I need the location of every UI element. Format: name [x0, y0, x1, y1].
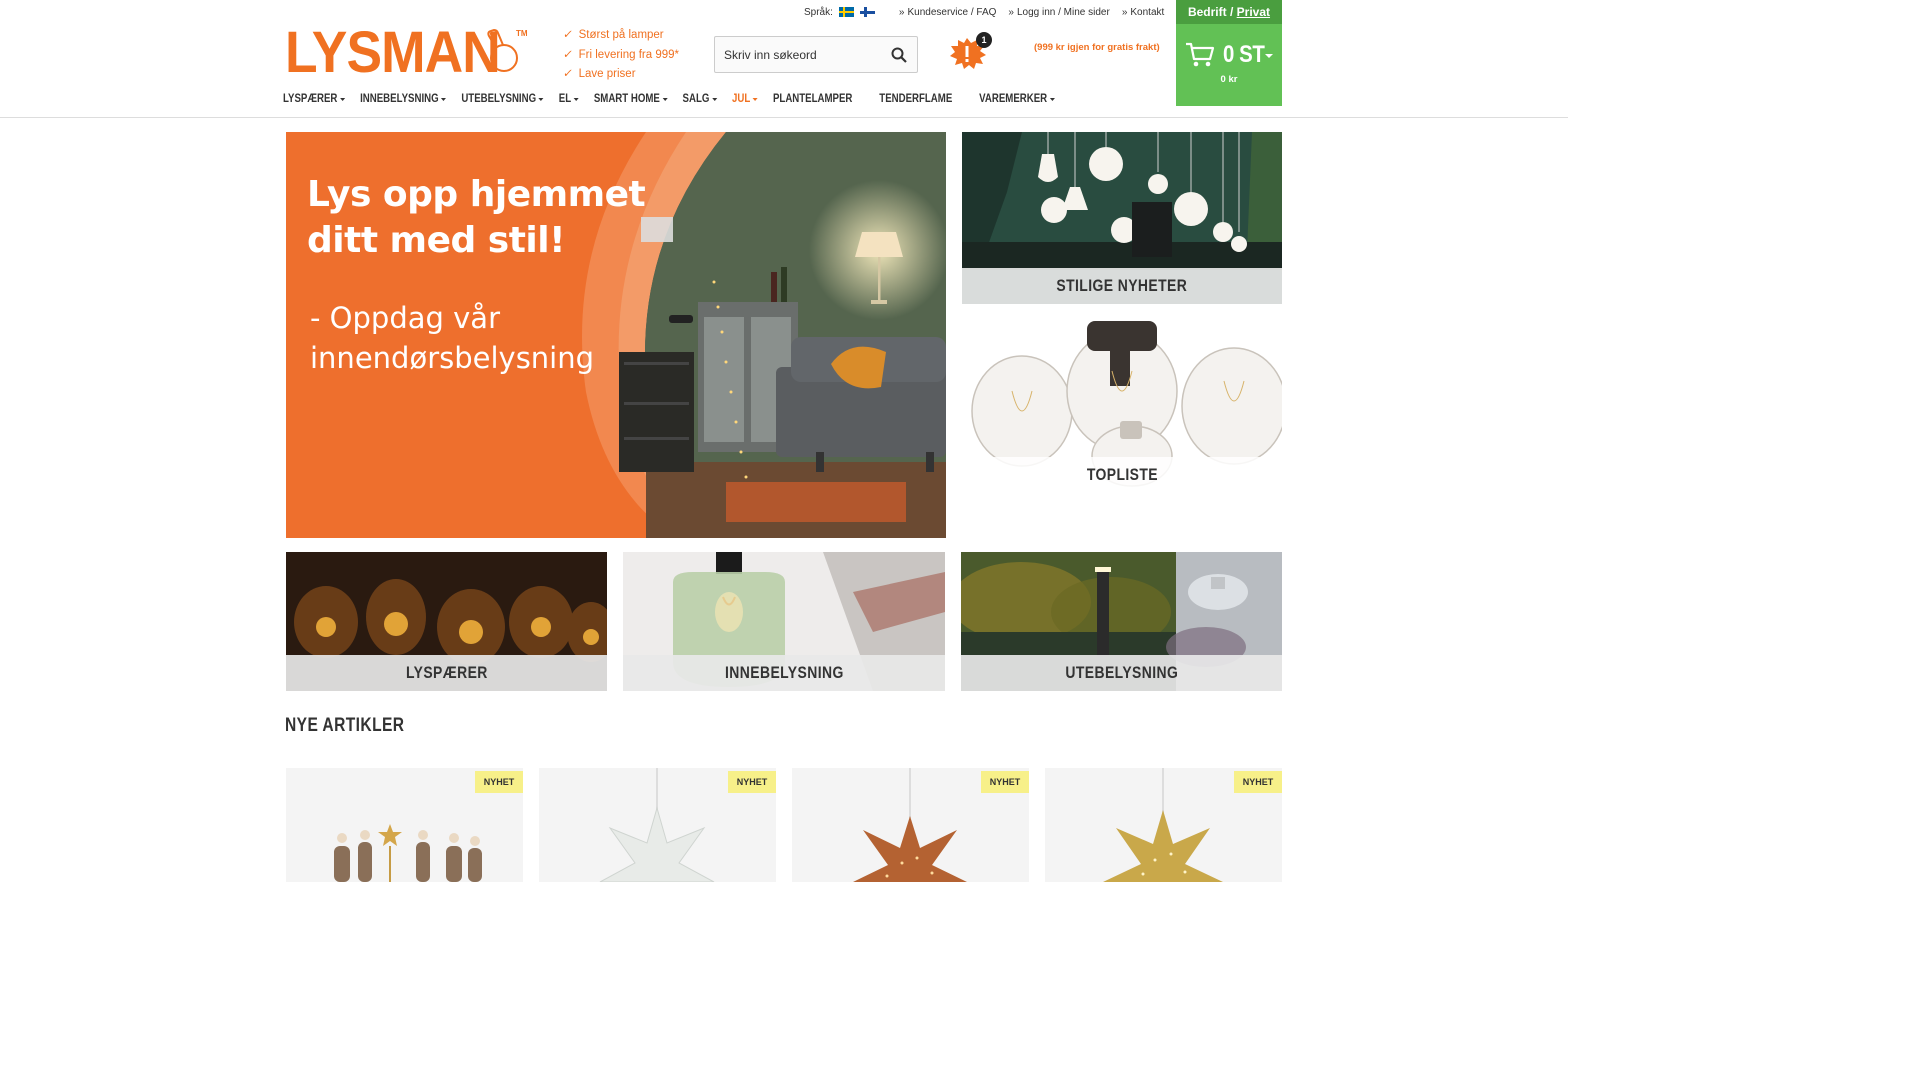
- search-input[interactable]: [715, 37, 880, 72]
- language-selector: Språk:: [804, 7, 875, 18]
- nav-item-varemerker[interactable]: VAREMERKER: [979, 93, 1055, 105]
- category-tile-lysparer[interactable]: LYSPÆRER: [286, 552, 607, 691]
- tile-caption: INNEBELYSNING: [623, 655, 945, 691]
- search-icon[interactable]: [891, 47, 907, 63]
- nav-item-innebelysning[interactable]: INNEBELYSNING: [360, 93, 447, 105]
- chevron-down-icon: [1265, 54, 1273, 58]
- usp-item: ✓ Fri levering fra 999*: [562, 46, 679, 66]
- cart-button[interactable]: 0 ST 0 kr: [1176, 24, 1282, 106]
- tile-stilige-nyheter[interactable]: STILIGE NYHETER: [962, 132, 1282, 304]
- nav-item-lysparer[interactable]: LYSPÆRER: [283, 93, 345, 105]
- business-option[interactable]: Bedrift: [1188, 5, 1227, 19]
- customer-service-link[interactable]: Kundeservice / FAQ: [899, 7, 996, 18]
- free-shipping-notice: (999 kr igjen for gratis frakt): [1034, 42, 1160, 53]
- tile-topliste[interactable]: TOPLISTE: [962, 321, 1282, 493]
- trademark: TM: [516, 29, 528, 38]
- nav-item-jul[interactable]: JUL: [732, 93, 758, 105]
- chevron-down-icon: [573, 97, 579, 101]
- hero-headline: Lys opp hjemmet ditt med stil!: [307, 174, 646, 261]
- tile-caption: STILIGE NYHETER: [962, 268, 1282, 304]
- category-tile-utebelysning[interactable]: UTEBELYSNING: [961, 552, 1282, 691]
- hero-subheadline: - Oppdag vår innendørsbelysning: [310, 301, 595, 375]
- new-badge: NYHET: [981, 771, 1029, 793]
- nav-item-tenderflame[interactable]: TENDERFLAME: [879, 93, 952, 105]
- usp-item: ✓ Lave priser: [562, 65, 679, 85]
- alert-count-badge: 1: [976, 32, 992, 48]
- customer-type-toggle: Bedrift / Privat: [1176, 0, 1282, 24]
- product-card[interactable]: NYHET: [539, 768, 776, 882]
- cart-icon: [1186, 42, 1215, 67]
- language-label: Språk:: [804, 6, 833, 18]
- chevron-down-icon: [339, 97, 345, 101]
- checkmark-icon: ✓: [562, 68, 574, 80]
- new-badge: NYHET: [475, 771, 523, 793]
- new-badge: NYHET: [1234, 771, 1282, 793]
- tile-caption: UTEBELYSNING: [961, 655, 1282, 691]
- hero-banner[interactable]: Lys opp hjemmet ditt med stil! - Oppdag …: [286, 132, 946, 538]
- logo-text: LYSMAN: [285, 20, 501, 85]
- new-badge: NYHET: [728, 771, 776, 793]
- login-link[interactable]: Logg inn / Mine sider: [1008, 7, 1110, 18]
- product-card[interactable]: NYHET: [792, 768, 1029, 882]
- main-navigation: LYSPÆRER INNEBELYSNING UTEBELYSNING EL S…: [283, 90, 1070, 108]
- checkmark-icon: ✓: [562, 48, 574, 61]
- tile-caption: LYSPÆRER: [286, 655, 607, 691]
- chevron-down-icon: [711, 97, 717, 101]
- lysman-logo[interactable]: LYSMAN TM: [285, 20, 535, 85]
- usp-list: ✓ Størst på lamper ✓ Fri levering fra 999*…: [562, 26, 679, 85]
- category-tile-innebelysning[interactable]: INNEBELYSNING: [623, 552, 945, 691]
- product-card[interactable]: NYHET: [286, 768, 523, 882]
- checkmark-icon: ✓: [562, 29, 574, 41]
- cart-count: 0 ST: [1223, 41, 1265, 68]
- chevron-down-icon: [441, 97, 447, 101]
- nav-item-el[interactable]: EL: [559, 93, 579, 105]
- finnish-flag-icon[interactable]: [859, 7, 875, 17]
- toggle-separator: /: [1226, 5, 1237, 19]
- header-divider: [0, 117, 1568, 118]
- private-option[interactable]: Privat: [1237, 5, 1270, 19]
- nav-item-smart-home[interactable]: SMART HOME: [594, 93, 668, 105]
- notification-alert[interactable]: 1: [948, 32, 992, 70]
- nav-item-salg[interactable]: SALG: [683, 93, 717, 105]
- bulb-logo-icon: [487, 28, 518, 72]
- chevron-down-icon: [662, 97, 668, 101]
- chevron-down-icon: [538, 97, 544, 101]
- product-card[interactable]: NYHET: [1045, 768, 1282, 882]
- nav-item-utebelysning[interactable]: UTEBELYSNING: [461, 93, 544, 105]
- top-links-bar: Språk: Kundeservice / FAQ Logg inn / Min…: [804, 5, 1176, 19]
- chevron-down-icon: [752, 97, 758, 101]
- usp-item: ✓ Størst på lamper: [562, 26, 679, 46]
- cart-total: 0 kr: [1220, 74, 1238, 85]
- swedish-flag-icon[interactable]: [838, 7, 854, 17]
- nav-item-plantelamper[interactable]: PLANTELAMPER: [773, 93, 852, 105]
- search-box: [714, 36, 918, 73]
- chevron-down-icon: [1049, 97, 1055, 101]
- contact-link[interactable]: Kontakt: [1122, 7, 1164, 18]
- section-title-new-articles: NYE ARTIKLER: [285, 715, 405, 736]
- tile-caption: TOPLISTE: [962, 457, 1282, 493]
